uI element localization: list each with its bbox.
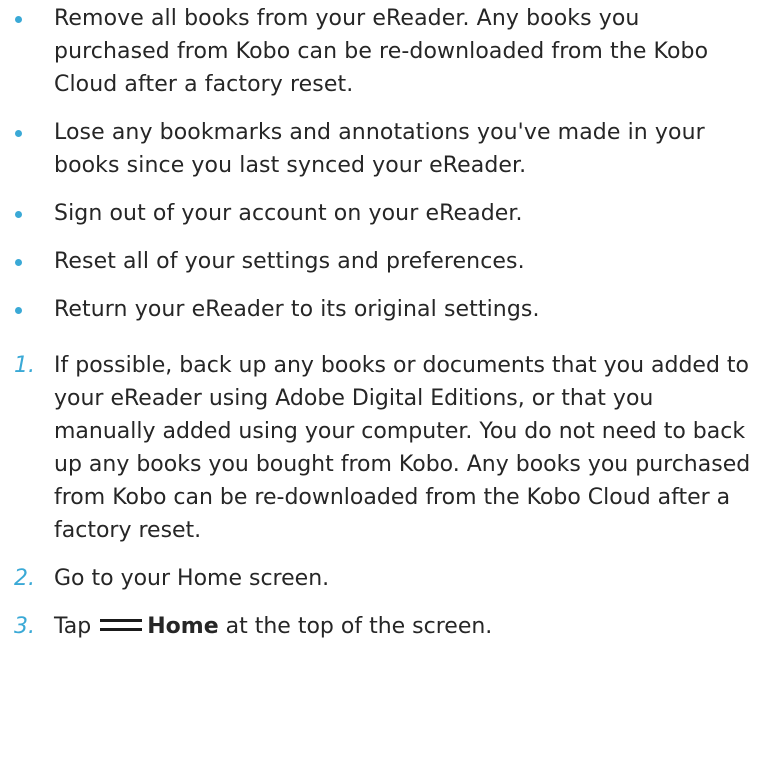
document-page: Remove all books from your eReader. Any … [0, 2, 765, 766]
step-suffix: at the top of the screen. [225, 614, 493, 639]
step-number: 1. [14, 353, 35, 378]
step-prefix: Tap [54, 614, 92, 639]
bullet-dot-icon [15, 130, 22, 137]
bullet-dot-icon [15, 307, 22, 314]
home-label: Home [147, 614, 219, 639]
list-item: Sign out of your account on your eReader… [0, 197, 757, 230]
bullet-dot-icon [15, 211, 22, 218]
bullet-dot-icon [15, 16, 22, 23]
step-text: Go to your Home screen. [54, 566, 330, 591]
bullet-text: Remove all books from your eReader. Any … [54, 6, 709, 97]
step-number: 3. [14, 614, 35, 639]
consequence-list: Remove all books from your eReader. Any … [0, 2, 757, 326]
list-item: Reset all of your settings and preferenc… [0, 245, 757, 278]
step-text: If possible, back up any books or docume… [54, 353, 751, 543]
step-item: 3. Tap Home at the top of the screen. [0, 610, 757, 643]
menu-icon [100, 614, 143, 636]
list-item: Remove all books from your eReader. Any … [0, 2, 757, 101]
bullet-text: Sign out of your account on your eReader… [54, 201, 523, 226]
bullet-text: Lose any bookmarks and annotations you'v… [54, 120, 705, 178]
list-item: Return your eReader to its original sett… [0, 293, 757, 326]
bullet-text: Reset all of your settings and preferenc… [54, 249, 525, 274]
steps-list: 1. If possible, back up any books or doc… [0, 349, 757, 643]
bullet-dot-icon [15, 259, 22, 266]
bullet-text: Return your eReader to its original sett… [54, 297, 540, 322]
step-item: 1. If possible, back up any books or doc… [0, 349, 757, 547]
step-item: 2. Go to your Home screen. [0, 562, 757, 595]
step-number: 2. [14, 566, 35, 591]
list-item: Lose any bookmarks and annotations you'v… [0, 116, 757, 182]
